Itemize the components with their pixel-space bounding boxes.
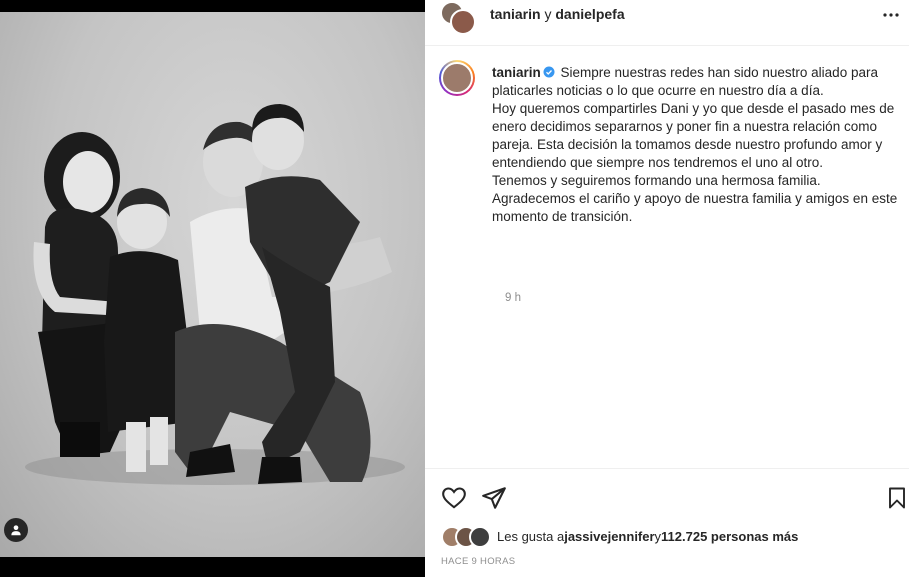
more-horizontal-icon <box>883 13 899 17</box>
save-button[interactable] <box>885 485 909 511</box>
post-media <box>0 0 425 577</box>
caption-text: Siempre nuestras redes han sido nuestro … <box>492 65 898 224</box>
share-button[interactable] <box>481 485 507 511</box>
caption-timestamp[interactable]: 9 h <box>505 292 521 304</box>
avatar <box>450 9 476 35</box>
liker-username[interactable]: jassivejennifer <box>564 529 654 544</box>
post-header: taniarin y danielpefa <box>425 0 909 46</box>
post-side-panel: taniarin y danielpefa taniarin Siempre n… <box>425 0 909 577</box>
paper-plane-icon <box>482 487 506 509</box>
avatar <box>441 62 473 94</box>
likes-prefix: Les gusta a <box>497 528 565 544</box>
collab-usernames: taniarin y danielpefa <box>490 6 625 22</box>
tagged-users-button[interactable] <box>4 518 28 542</box>
avatar <box>469 526 491 548</box>
caption-username[interactable]: taniarin <box>492 65 541 80</box>
caption-body: taniarin Siempre nuestras redes han sido… <box>492 64 902 226</box>
likes-summary: Les gusta a jassivejennifer y 112.725 pe… <box>441 525 798 548</box>
header-username-2[interactable]: danielpefa <box>555 6 624 22</box>
likes-count[interactable]: 112.725 personas más <box>661 529 798 544</box>
header-joiner: y <box>540 6 556 22</box>
post-photo <box>0 12 425 557</box>
collab-avatars[interactable] <box>440 1 476 35</box>
like-button[interactable] <box>441 485 467 511</box>
user-tag-icon <box>11 525 21 536</box>
caption-avatar[interactable] <box>439 60 475 96</box>
post-date[interactable]: HACE 9 HORAS <box>441 556 515 567</box>
heart-icon <box>442 487 466 509</box>
header-username-1[interactable]: taniarin <box>490 6 541 22</box>
action-bar <box>425 468 909 527</box>
liker-avatars <box>441 525 493 548</box>
more-options-button[interactable] <box>879 6 903 24</box>
verified-badge-icon <box>543 66 555 78</box>
bookmark-icon <box>889 487 905 509</box>
